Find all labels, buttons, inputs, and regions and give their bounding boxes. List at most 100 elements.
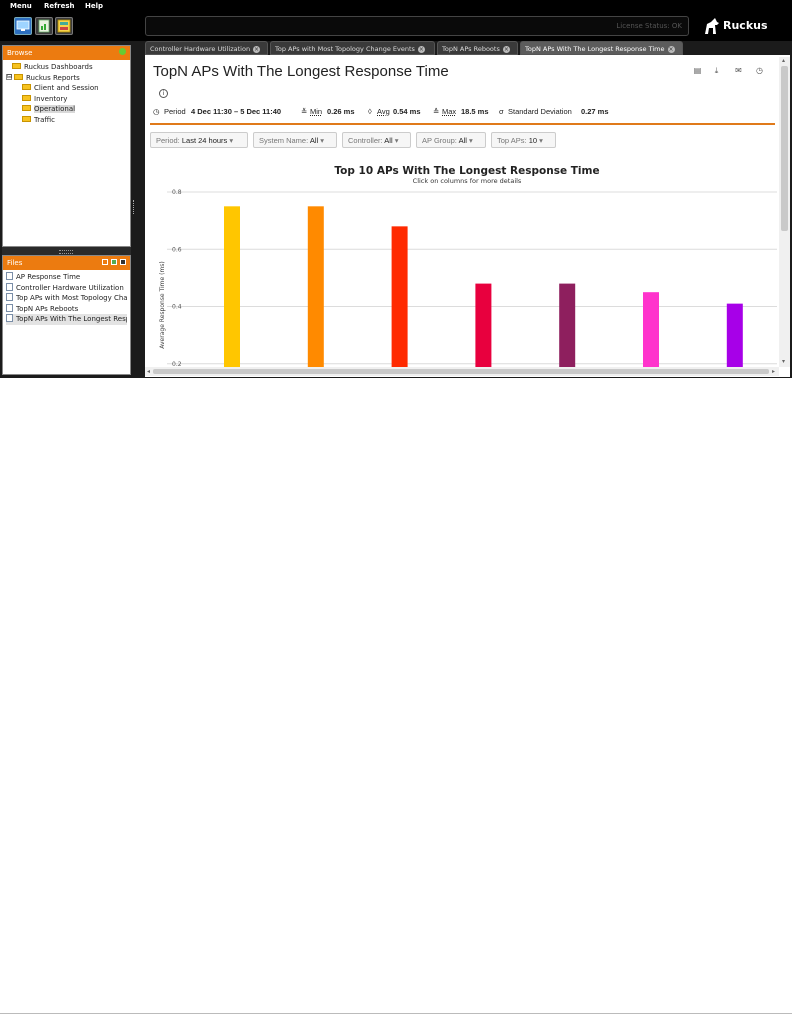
clock-icon: ◷ — [153, 107, 160, 116]
browse-tree: Ruckus Dashboards ⊟ Ruckus Reports Client a… — [3, 60, 130, 127]
min-value: 0.26 ms — [327, 107, 355, 116]
logo-text: Ruckus — [723, 19, 768, 32]
panel-splitter-horizontal[interactable] — [2, 247, 131, 255]
browse-item-label: Traffic — [34, 115, 56, 124]
period-filter[interactable]: Period: Last 24 hours ▾ — [150, 132, 248, 148]
avg-value: 0.54 ms — [393, 107, 421, 116]
download-icon[interactable]: ⤓ — [712, 66, 721, 75]
chart-subtitle: Click on columns for more details — [413, 177, 522, 185]
app-window: Menu Refresh Help License Status: OK Ruc… — [0, 0, 792, 378]
email-icon[interactable]: ✉ — [734, 66, 743, 75]
new-file-icon[interactable] — [102, 259, 108, 265]
chart-bar[interactable] — [726, 303, 743, 367]
folder-icon — [22, 105, 31, 111]
chart-bar[interactable] — [475, 283, 492, 367]
close-icon[interactable]: × — [667, 46, 675, 53]
chart-bar[interactable] — [224, 206, 240, 367]
max-value: 18.5 ms — [461, 107, 489, 116]
edit-file-icon[interactable] — [111, 259, 117, 265]
files-title: Files — [7, 259, 23, 267]
collapse-icon[interactable]: ⊟ — [6, 73, 12, 80]
top-aps-filter[interactable]: Top APs: 10 ▾ — [491, 132, 556, 148]
scroll-left-icon[interactable]: ◂ — [147, 368, 150, 375]
chart-bar[interactable] — [391, 226, 408, 367]
dog-logo-icon — [705, 18, 719, 34]
report-content: TopN APs With The Longest Response Time … — [145, 55, 790, 377]
controller-filter[interactable]: Controller: All ▾ — [342, 132, 411, 148]
tab-label: Controller Hardware Utilization — [150, 45, 251, 53]
browse-tree-item[interactable]: ⊟ Ruckus Reports — [6, 73, 127, 84]
tab-label: Top APs with Most Topology Change Events — [275, 45, 415, 53]
min-label: Min — [310, 107, 323, 116]
file-item[interactable]: AP Response Time — [6, 272, 127, 283]
document-icon — [6, 303, 13, 312]
filter-value: All — [384, 136, 393, 145]
panel-splitter-vertical[interactable] — [131, 45, 137, 375]
license-status-box: License Status: OK — [145, 16, 689, 36]
close-icon[interactable]: × — [253, 46, 261, 53]
folder-icon — [22, 84, 31, 90]
page-bottom-rule — [0, 1013, 792, 1014]
folder-icon — [22, 94, 31, 101]
avg-icon: ◊ — [368, 107, 372, 116]
min-icon: ≚ — [301, 107, 308, 116]
chart-title: Top 10 APs With The Longest Response Tim… — [334, 165, 599, 177]
chart-container: Top 10 APs With The Longest Response Tim… — [145, 155, 781, 367]
info-icon[interactable]: i — [159, 89, 168, 98]
std-icon: σ — [499, 107, 504, 116]
y-tick-label: 0.4 — [172, 304, 182, 311]
max-icon: ≙ — [433, 107, 440, 116]
tab-label: TopN APs With The Longest Response Time — [525, 45, 665, 53]
period-label: Period — [164, 107, 186, 116]
filter-label: AP Group: — [422, 136, 457, 145]
document-icon[interactable]: ▤ — [693, 66, 702, 75]
horizontal-scrollbar-thumb[interactable] — [153, 369, 769, 374]
refresh-icon[interactable] — [119, 48, 126, 55]
tab-controller-hardware-utilization[interactable]: Controller Hardware Utilization × — [145, 41, 268, 55]
close-icon[interactable]: × — [417, 46, 425, 53]
file-item-label: Controller Hardware Utilization — [16, 283, 124, 292]
monitor-icon[interactable] — [14, 17, 32, 35]
tab-top-aps-topology-change[interactable]: Top APs with Most Topology Change Events… — [270, 41, 435, 55]
menu-item-help[interactable]: Help — [85, 2, 103, 10]
browse-item-label: Ruckus Dashboards — [24, 63, 93, 71]
chart-bar[interactable] — [307, 206, 324, 367]
browse-tree-item[interactable]: Traffic — [6, 115, 127, 126]
folder-icon — [12, 63, 21, 69]
scroll-up-icon[interactable]: ▴ — [782, 57, 785, 64]
browse-tree-item[interactable]: Inventory — [6, 94, 127, 105]
dashboard-icon[interactable] — [55, 17, 73, 35]
close-icon[interactable]: × — [502, 46, 510, 53]
chart-bar[interactable] — [559, 283, 576, 367]
browse-tree-item[interactable]: Ruckus Dashboards — [6, 62, 127, 73]
browse-tree-item[interactable]: Operational — [6, 104, 127, 115]
schedule-icon[interactable]: ◷ — [755, 66, 764, 75]
files-panel: Files AP Response Time Controller Hardwar… — [2, 255, 131, 375]
y-tick-label: 0.6 — [172, 246, 182, 253]
menu-item-refresh[interactable]: Refresh — [44, 2, 75, 10]
scroll-right-icon[interactable]: ▸ — [772, 368, 775, 375]
y-axis-label: Average Response Time (ms) — [159, 261, 166, 349]
browse-header: Browse — [3, 46, 130, 60]
tab-topn-aps-longest-response[interactable]: TopN APs With The Longest Response Time × — [520, 41, 683, 55]
ap-group-filter[interactable]: AP Group: All ▾ — [416, 132, 486, 148]
chart-bar[interactable] — [643, 292, 659, 367]
period-value: 4 Dec 11:30 – 5 Dec 11:40 — [191, 107, 282, 116]
vertical-scrollbar-thumb[interactable] — [781, 66, 788, 231]
system-name-filter[interactable]: System Name: All ▾ — [253, 132, 337, 148]
file-item[interactable]: Top APs with Most Topology Change Events — [6, 293, 127, 304]
file-item-label: Top APs with Most Topology Change Events — [16, 294, 127, 302]
file-item[interactable]: Controller Hardware Utilization — [6, 282, 127, 294]
tab-topn-aps-reboots[interactable]: TopN APs Reboots × — [437, 41, 518, 55]
list-view-icon[interactable] — [120, 259, 126, 265]
scroll-down-icon[interactable]: ▾ — [782, 358, 785, 365]
filter-label: Period: — [156, 136, 180, 145]
license-status: License Status: OK — [616, 22, 682, 30]
browse-tree-item[interactable]: Client and Session — [6, 83, 127, 94]
report-title: TopN APs With The Longest Response Time — [153, 63, 449, 80]
report-icon[interactable] — [35, 17, 53, 35]
menu-item-menu[interactable]: Menu — [10, 2, 32, 10]
file-item[interactable]: TopN APs With The Longest Response Time — [6, 314, 127, 325]
file-item[interactable]: TopN APs Reboots — [6, 303, 127, 315]
document-icon — [6, 293, 13, 301]
